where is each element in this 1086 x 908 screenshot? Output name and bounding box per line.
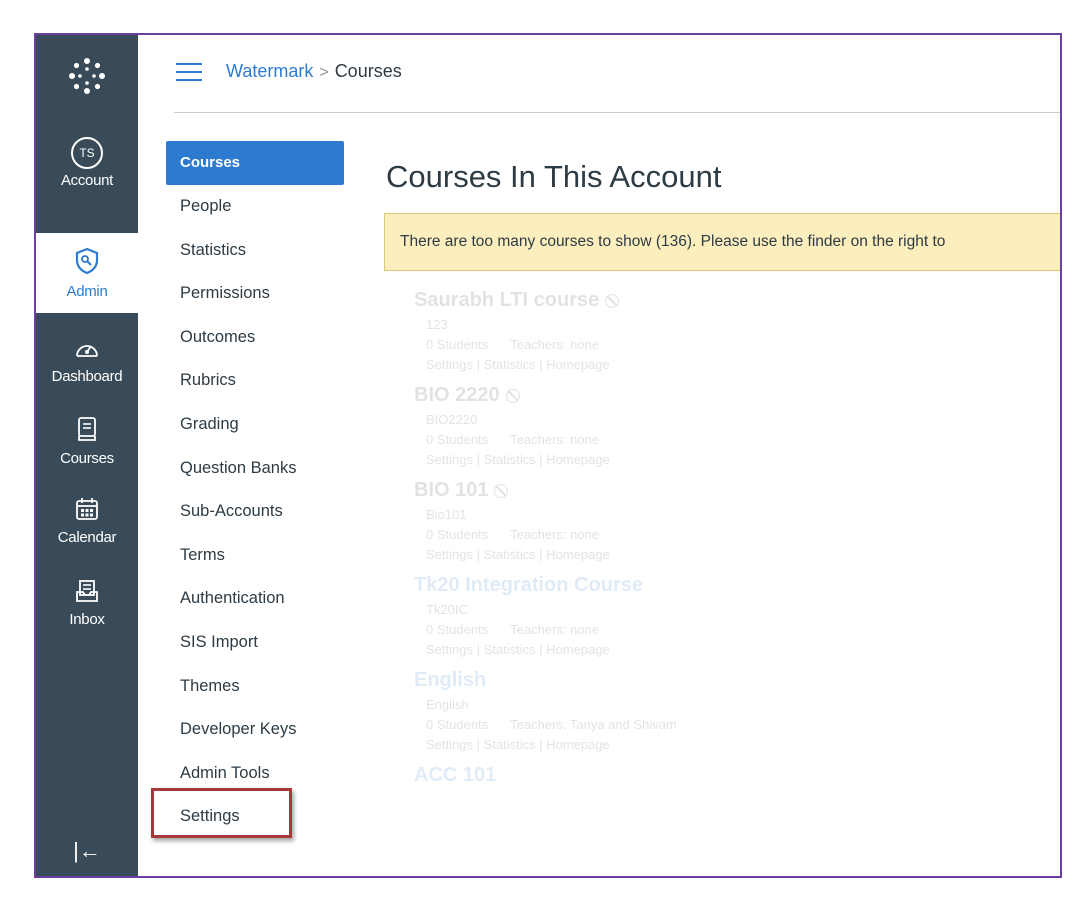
global-nav-courses[interactable]: Courses [36,401,138,481]
global-nav-account[interactable]: TS Account [36,123,138,203]
section-nav-statistics[interactable]: Statistics [166,229,344,273]
main-content: Courses In This Account There are too ma… [384,141,1060,876]
breadcrumb-separator: > [319,64,329,81]
global-nav-dashboard-label: Dashboard [51,367,123,385]
list-item: English English 0 Students Teachers: Tany… [414,669,814,752]
unpublished-icon [494,483,509,498]
course-teachers: Teachers: none [510,527,600,542]
course-links[interactable]: Settings | Statistics | Homepage [414,547,814,562]
section-nav-terms[interactable]: Terms [166,534,344,578]
unpublished-icon [505,388,520,403]
page-header: Watermark > Courses [138,35,1060,113]
course-students: 0 Students [426,622,489,637]
calendar-icon [75,497,99,526]
global-nav-courses-label: Courses [60,449,114,467]
avatar: TS [71,137,103,169]
account-section-nav: Courses People Statistics Permissions Ou… [166,141,344,839]
breadcrumb-link-watermark[interactable]: Watermark [226,61,313,81]
header-divider [174,112,1060,113]
course-name-link[interactable]: ACC 101 [414,764,496,787]
global-nav-dashboard[interactable]: Dashboard [36,321,138,401]
course-teachers: Teachers: none [510,622,600,637]
course-name-link[interactable]: BIO 101 [414,479,488,502]
global-nav-inbox-label: Inbox [69,610,105,628]
list-item: BIO 2220 BIO2220 0 Students Teachers: non… [414,384,814,467]
course-list: Saurabh LTI course 123 0 Students Teacher… [414,289,814,799]
course-name-link[interactable]: BIO 2220 [414,384,500,407]
section-nav-people[interactable]: People [166,185,344,229]
canvas-logo-icon[interactable] [36,35,138,117]
too-many-courses-alert: There are too many courses to show (136)… [384,213,1060,271]
course-students: 0 Students [426,527,489,542]
course-teachers: Teachers: none [510,432,600,447]
list-item: Saurabh LTI course 123 0 Students Teacher… [414,289,814,372]
list-item: Tk20 Integration Course Tk20IC 0 Student… [414,574,814,657]
course-teachers: Teachers: none [510,337,600,352]
global-nav-calendar[interactable]: Calendar [36,481,138,561]
course-code: Tk20IC [426,602,468,617]
course-teachers: Teachers: Tanya and Shivam [510,717,677,732]
dashboard-icon [74,338,100,365]
inbox-icon [75,579,99,608]
app-window: TS Account Admin Dashboard Courses Calen… [34,33,1062,878]
course-code: 123 [426,317,448,332]
section-nav-authentication[interactable]: Authentication [166,577,344,621]
course-students: 0 Students [426,432,489,447]
global-nav-admin[interactable]: Admin [36,233,138,313]
section-nav-grading[interactable]: Grading [166,403,344,447]
section-nav-rubrics[interactable]: Rubrics [166,359,344,403]
unpublished-icon [605,293,620,308]
global-nav-inbox[interactable]: Inbox [36,563,138,643]
section-nav-courses[interactable]: Courses [166,141,344,185]
shield-icon [74,247,100,280]
section-nav-sis-import[interactable]: SIS Import [166,621,344,665]
book-icon [76,416,98,447]
global-nav-calendar-label: Calendar [57,528,117,546]
section-nav-outcomes[interactable]: Outcomes [166,316,344,360]
global-nav-account-label: Account [60,172,114,189]
hamburger-menu-icon[interactable] [176,63,202,83]
settings-highlight-box [151,788,292,838]
course-code: English [426,697,469,712]
global-nav: TS Account Admin Dashboard Courses Calen… [36,35,138,876]
course-links[interactable]: Settings | Statistics | Homepage [414,737,814,752]
global-nav-admin-label: Admin [66,282,108,300]
course-name-link[interactable]: Saurabh LTI course [414,289,599,312]
course-links[interactable]: Settings | Statistics | Homepage [414,642,814,657]
list-item: BIO 101 Bio101 0 Students Teachers: none … [414,479,814,562]
course-code: BIO2220 [426,412,478,427]
section-nav-question-banks[interactable]: Question Banks [166,447,344,491]
course-students: 0 Students [426,337,489,352]
page-title: Courses In This Account [386,159,722,194]
course-links[interactable]: Settings | Statistics | Homepage [414,357,814,372]
course-name-link[interactable]: English [414,669,486,692]
course-code: Bio101 [426,507,467,522]
section-nav-developer-keys[interactable]: Developer Keys [166,708,344,752]
list-item: ACC 101 [414,764,814,787]
course-name-link[interactable]: Tk20 Integration Course [414,574,643,597]
course-links[interactable]: Settings | Statistics | Homepage [414,452,814,467]
section-nav-sub-accounts[interactable]: Sub-Accounts [166,490,344,534]
course-students: 0 Students [426,717,489,732]
section-nav-themes[interactable]: Themes [166,665,344,709]
section-nav-permissions[interactable]: Permissions [166,272,344,316]
collapse-nav-icon[interactable]: |← [36,838,138,864]
breadcrumb-current: Courses [334,61,402,81]
breadcrumb: Watermark > Courses [226,61,402,82]
